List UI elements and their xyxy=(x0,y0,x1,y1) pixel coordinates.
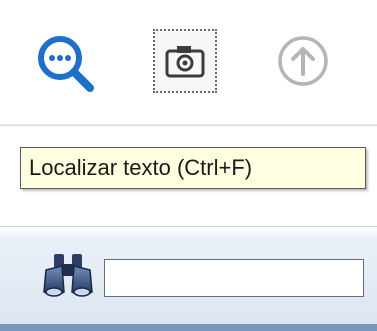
camera-snapshot-icon xyxy=(165,46,205,78)
binoculars-icon xyxy=(43,254,93,297)
search-text-icon xyxy=(38,36,94,92)
previous-page-button[interactable] xyxy=(272,30,334,92)
icon-toolbar xyxy=(0,0,377,122)
find-text-input[interactable] xyxy=(104,259,364,297)
find-text-button[interactable] xyxy=(28,26,102,100)
find-bar-bottom-border xyxy=(0,324,377,331)
viewer-window: Localizar texto (Ctrl+F) xyxy=(0,0,377,331)
snapshot-button[interactable] xyxy=(153,29,217,93)
toolbar-divider-highlight xyxy=(0,126,377,127)
upload-arrow-icon xyxy=(278,36,328,86)
tooltip-text: Localizar texto (Ctrl+F) xyxy=(29,155,253,180)
find-text-tooltip: Localizar texto (Ctrl+F) xyxy=(20,147,366,189)
